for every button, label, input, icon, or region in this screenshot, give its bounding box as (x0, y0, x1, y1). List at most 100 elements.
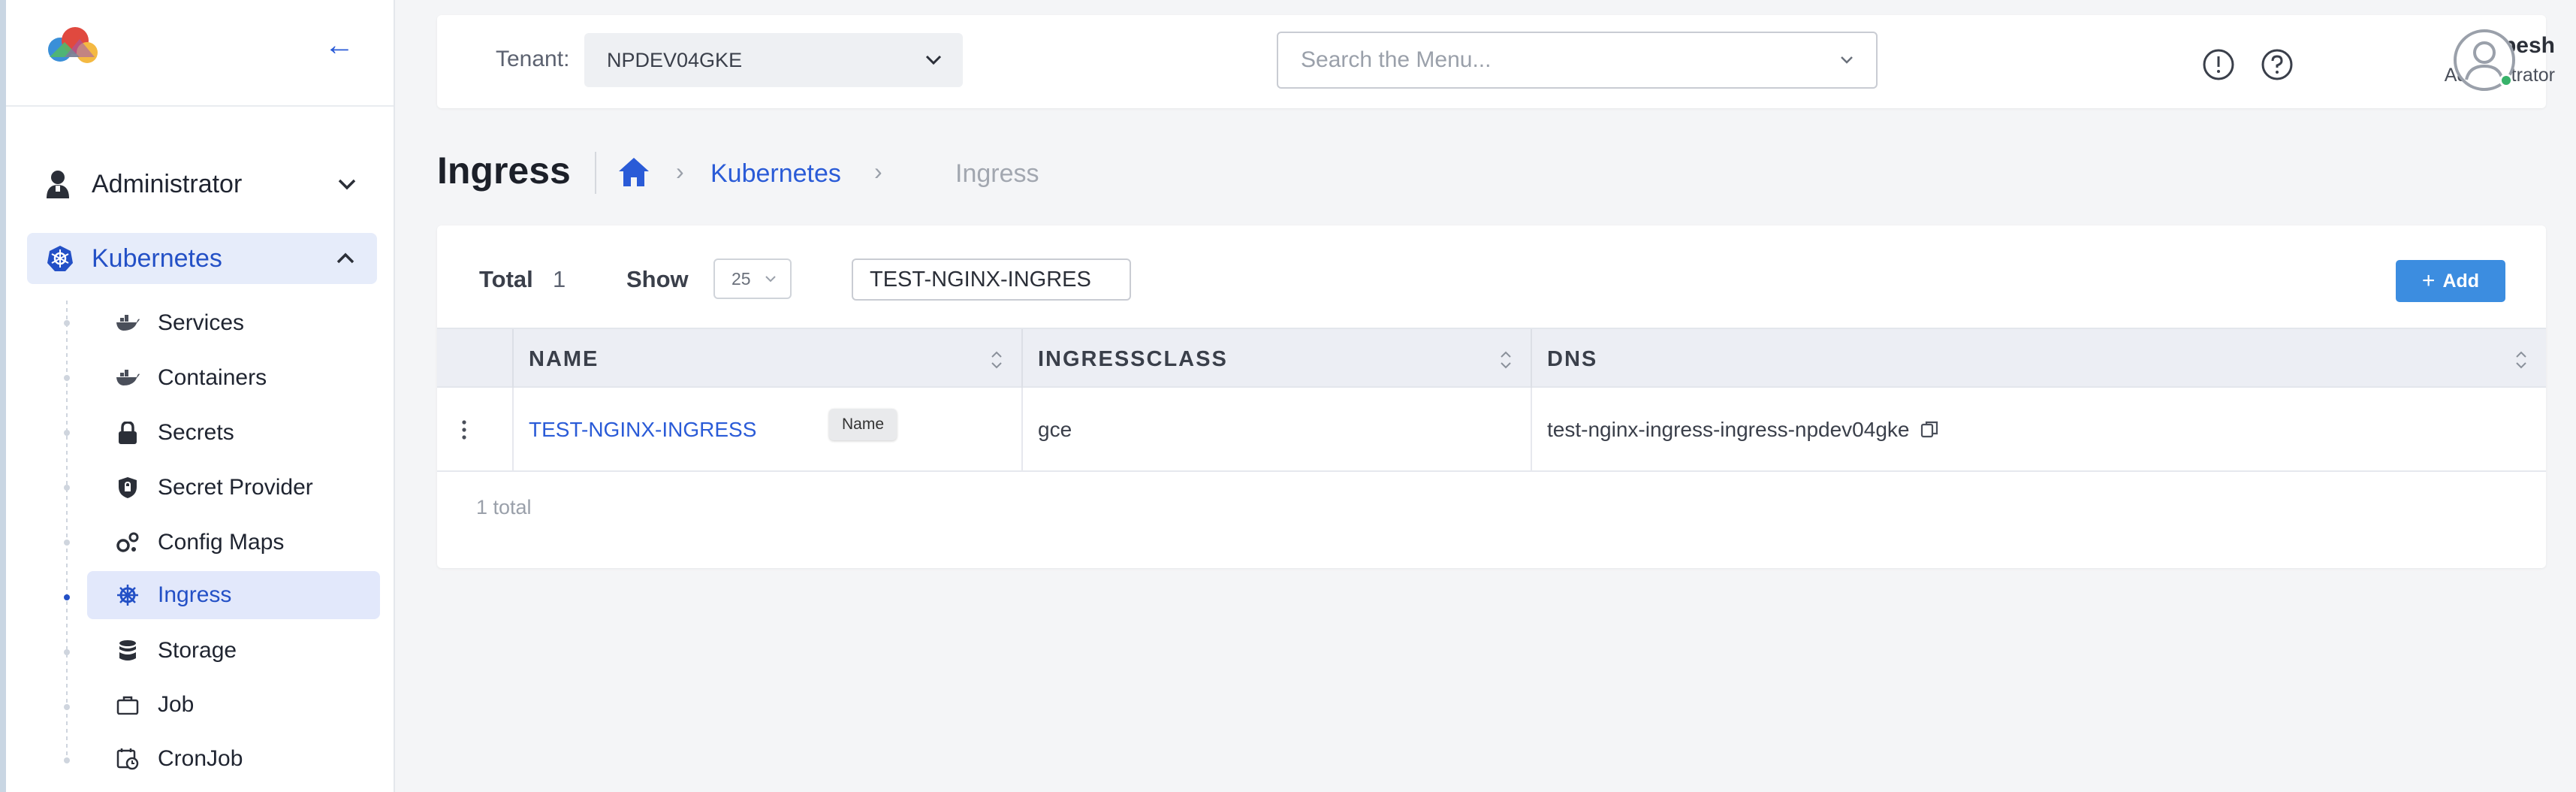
table-header: NAME INGRESSCLASS DNS (437, 328, 2546, 389)
sidebar-item-storage[interactable]: Storage (87, 627, 380, 675)
sort-icon[interactable] (2513, 349, 2529, 371)
total-count: 1 (553, 266, 566, 292)
add-button-label: Add (2442, 270, 2480, 292)
column-header-label: DNS (1547, 346, 1598, 371)
briefcase-icon (114, 695, 141, 715)
top-header: Tenant: NPDEV04GKE Kalpesh Administrator (437, 15, 2555, 108)
chevron-down-icon (925, 55, 942, 65)
filter-input[interactable] (852, 258, 1131, 301)
sidebar-collapse-arrow-icon[interactable]: ← (321, 27, 357, 63)
submenu-tree-line (66, 301, 68, 766)
sidebar: ← Administrator Kubernetes Services Cont… (6, 0, 395, 792)
calendar-clock-icon (114, 748, 141, 770)
add-button[interactable]: + Add (2396, 260, 2505, 302)
breadcrumb-current: Ingress (955, 159, 1039, 188)
sidebar-item-label: Secret Provider (158, 475, 313, 500)
sort-icon[interactable] (1498, 349, 1514, 371)
table-row: TEST-NGINX-INGRESS Name gce test-nginx-i… (437, 388, 2546, 472)
user-icon (47, 170, 81, 198)
tenant-select[interactable]: NPDEV04GKE (584, 33, 963, 87)
help-icon[interactable] (2261, 48, 2294, 81)
tree-bullet (64, 540, 70, 546)
sidebar-item-label: Services (158, 310, 245, 335)
shield-icon (114, 476, 141, 499)
lock-icon (114, 422, 141, 444)
window-frame-edge (0, 0, 6, 792)
breadcrumb-kubernetes[interactable]: Kubernetes (710, 159, 841, 189)
alert-icon[interactable] (2202, 48, 2235, 81)
helm-wheel-icon (114, 584, 141, 606)
cell-ingressclass: gce (1021, 388, 1531, 472)
sort-icon[interactable] (988, 349, 1005, 371)
tenant-select-value: NPDEV04GKE (607, 48, 743, 71)
column-header-label: NAME (529, 346, 599, 371)
database-icon (114, 639, 141, 662)
gears-icon (114, 531, 141, 554)
sidebar-item-ingress[interactable]: Ingress (87, 571, 380, 619)
cell-name: TEST-NGINX-INGRESS (512, 388, 1021, 472)
sidebar-header: ← (6, 0, 394, 107)
sidebar-item-config-maps[interactable]: Config Maps (87, 518, 380, 567)
sidebar-item-containers[interactable]: Containers (87, 354, 380, 402)
tree-bullet (64, 649, 70, 655)
tree-bullet (64, 485, 70, 491)
page-title: Ingress (437, 150, 571, 192)
ingress-table: NAME INGRESSCLASS DNS TEST-NGINX-INGRESS… (437, 328, 2546, 472)
menu-search-input[interactable] (1301, 47, 1837, 73)
home-icon[interactable] (617, 156, 650, 188)
show-label: Show (626, 266, 689, 292)
kubernetes-icon (47, 245, 81, 272)
chevron-down-icon (765, 276, 776, 283)
docker-whale-icon (114, 370, 141, 386)
column-header-dns[interactable]: DNS (1531, 329, 2546, 389)
ingress-list-card: Total 1 Show 25 + Add NAME INGRESSCLASS … (437, 225, 2546, 568)
copy-icon[interactable] (1920, 419, 1941, 440)
sidebar-item-label: Storage (158, 638, 237, 663)
menu-search[interactable] (1277, 32, 1878, 89)
breadcrumb-separator-icon: › (874, 158, 882, 185)
tree-bullet (64, 757, 70, 763)
ingressclass-value: gce (1038, 418, 1072, 441)
tree-bullet (64, 320, 70, 326)
row-actions-kebab-icon[interactable] (458, 416, 470, 443)
page-size-value: 25 (731, 268, 751, 289)
chevron-down-icon[interactable] (1837, 50, 1857, 70)
plus-icon: + (2421, 268, 2436, 293)
tooltip: Name (829, 409, 897, 440)
sidebar-item-secret-provider[interactable]: Secret Provider (87, 464, 380, 512)
tree-bullet (64, 430, 70, 436)
tree-bullet (64, 704, 70, 710)
app-logo (48, 27, 98, 63)
sidebar-item-label: Ingress (158, 582, 232, 607)
chevron-down-icon (338, 179, 356, 190)
sidebar-item-cronjob[interactable]: CronJob (87, 735, 380, 783)
online-status-dot (2499, 74, 2513, 87)
docker-whale-icon (114, 315, 141, 331)
cell-dns: test-nginx-ingress-ingress-npdev04gke (1531, 388, 2546, 472)
page-size-select[interactable]: 25 (713, 258, 792, 299)
sidebar-item-job[interactable]: Job (87, 681, 380, 729)
column-header-label: INGRESSCLASS (1038, 346, 1228, 371)
title-divider (595, 152, 596, 194)
tenant-label: Tenant: (496, 47, 570, 71)
sidebar-item-label: Kubernetes (92, 243, 222, 273)
dns-value: test-nginx-ingress-ingress-npdev04gke (1547, 418, 1910, 441)
table-footer-total: 1 total (476, 496, 532, 518)
sidebar-item-label: Administrator (92, 169, 243, 198)
sidebar-item-services[interactable]: Services (87, 299, 380, 347)
sidebar-item-label: Job (158, 692, 195, 717)
sidebar-item-label: Config Maps (158, 530, 285, 555)
sidebar-item-administrator[interactable]: Administrator (26, 158, 379, 210)
tree-bullet-active (64, 594, 70, 600)
breadcrumb-separator-icon: › (676, 158, 684, 185)
chevron-up-icon (336, 252, 354, 264)
sidebar-item-kubernetes[interactable]: Kubernetes (27, 233, 377, 284)
sidebar-item-label: Containers (158, 365, 267, 390)
tree-bullet (64, 375, 70, 381)
total-label: Total (479, 266, 533, 292)
sidebar-item-label: Secrets (158, 420, 234, 445)
column-header-ingressclass[interactable]: INGRESSCLASS (1021, 329, 1531, 389)
ingress-name-link[interactable]: TEST-NGINX-INGRESS (512, 418, 756, 442)
column-header-name[interactable]: NAME (512, 329, 1021, 389)
sidebar-item-secrets[interactable]: Secrets (87, 409, 380, 457)
